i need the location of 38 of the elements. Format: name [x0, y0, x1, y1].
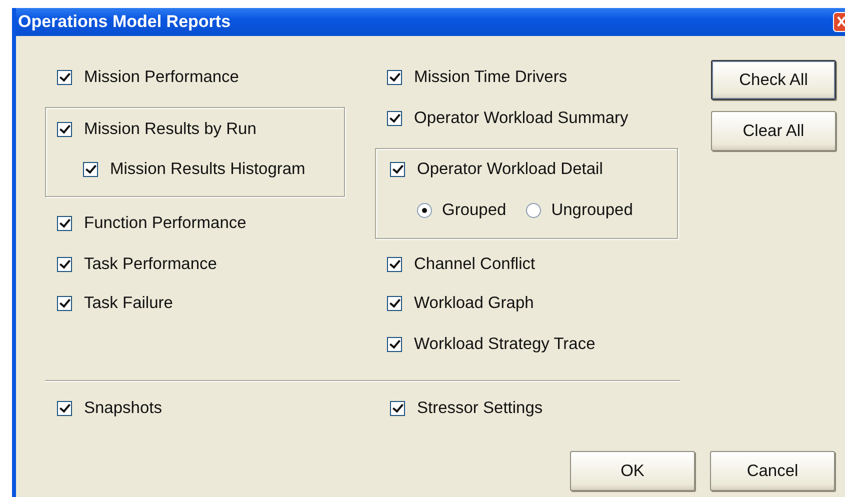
side-button[interactable]: Check All: [711, 60, 836, 100]
checkbox[interactable]: [390, 162, 405, 176]
checkbox-label[interactable]: Operator Workload Summary: [414, 108, 628, 128]
radio-label[interactable]: Grouped: [442, 200, 506, 220]
checkbox-label[interactable]: Mission Results by Run: [84, 120, 256, 138]
close-icon[interactable]: [833, 12, 845, 32]
checkbox[interactable]: [387, 70, 402, 84]
checkbox[interactable]: [57, 216, 72, 230]
checkbox[interactable]: [387, 296, 402, 310]
radio-label[interactable]: Ungrouped: [551, 200, 633, 220]
checkbox-label[interactable]: Task Failure: [84, 294, 173, 312]
checkbox[interactable]: [57, 296, 72, 310]
checkbox[interactable]: [387, 336, 402, 352]
window-title: Operations Model Reports: [17, 12, 231, 32]
checkbox-label[interactable]: Function Performance: [84, 214, 246, 232]
checkbox-label[interactable]: Channel Conflict: [414, 254, 536, 274]
side-button[interactable]: Clear All: [711, 111, 836, 151]
checkbox-label[interactable]: Workload Strategy Trace: [414, 334, 596, 354]
dialog-button[interactable]: Cancel: [710, 451, 835, 491]
checkbox-label[interactable]: Mission Results Histogram: [110, 160, 306, 178]
checkbox[interactable]: [57, 400, 72, 416]
checkbox[interactable]: [57, 256, 72, 272]
checkbox-label[interactable]: Snapshots: [84, 398, 162, 418]
checkbox[interactable]: [387, 110, 402, 126]
checkbox-label[interactable]: Operator Workload Detail: [417, 160, 603, 178]
checkbox-label[interactable]: Mission Time Drivers: [414, 68, 568, 86]
checkbox[interactable]: [390, 400, 405, 416]
radio-button[interactable]: [417, 202, 432, 218]
checkbox-label[interactable]: Workload Graph: [414, 294, 534, 312]
checkbox-label[interactable]: Task Performance: [84, 254, 217, 274]
checkbox[interactable]: [387, 256, 402, 272]
checkbox-label[interactable]: Stressor Settings: [417, 398, 543, 418]
checkbox[interactable]: [83, 162, 98, 176]
checkbox-label[interactable]: Mission Performance: [84, 68, 239, 86]
checkbox[interactable]: [57, 122, 72, 136]
checkbox[interactable]: [57, 70, 72, 84]
dialog-button[interactable]: OK: [570, 451, 695, 491]
radio-button[interactable]: [526, 202, 542, 218]
